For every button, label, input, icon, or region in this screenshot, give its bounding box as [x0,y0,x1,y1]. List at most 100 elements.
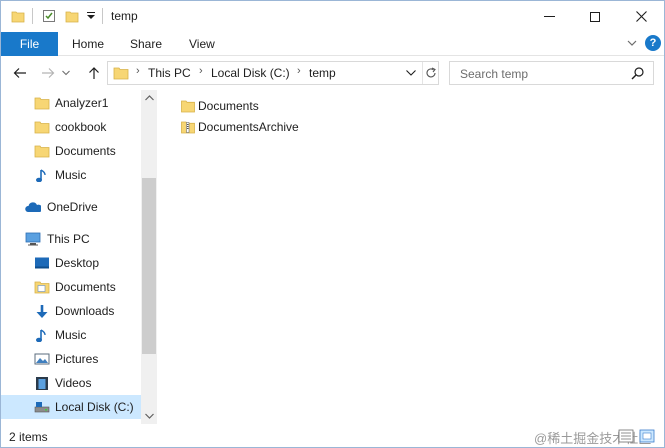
forward-button[interactable] [37,62,59,84]
nav-item-label: Pictures [55,352,99,366]
file-name: Documents [198,99,259,113]
ribbon-tabs: File Home Share View ? [1,32,664,56]
nav-item-music-quick[interactable]: Music [1,163,141,187]
nav-item-this-pc[interactable]: This PC [1,227,141,251]
navigation-scrollbar[interactable] [141,90,157,424]
chevron-down-icon [144,413,154,419]
window-title: temp [111,9,138,23]
close-icon [635,11,647,22]
nav-item-analyzer1[interactable]: Analyzer1 [1,91,141,115]
status-bar: 2 items @稀土掘金技术社区 [1,424,664,447]
up-button[interactable] [83,62,105,84]
folder-icon [34,145,50,158]
help-icon[interactable]: ? [645,35,661,51]
nav-item-label: cookbook [55,120,107,134]
item-count: 2 items [9,430,48,444]
computer-icon [25,232,41,246]
documents-icon [34,281,50,294]
nav-item-label: Music [55,168,87,182]
nav-item-label: Videos [55,376,92,390]
nav-item-label: OneDrive [47,200,98,214]
download-icon [36,305,48,318]
scroll-up-button[interactable] [141,90,157,106]
cloud-icon [25,202,41,212]
nav-item-pictures[interactable]: Pictures [1,347,141,371]
nav-item-label: Desktop [55,256,100,270]
breadcrumb-separator-icon[interactable]: › [199,65,203,77]
back-arrow-icon [13,68,26,78]
folder-icon [34,121,50,134]
nav-item-desktop[interactable]: Desktop [1,251,141,275]
up-arrow-icon [89,67,99,79]
breadcrumb-this-pc[interactable]: This PC [148,66,191,80]
folder-icon [34,97,50,110]
properties-icon[interactable] [42,9,56,23]
maximize-icon [590,11,600,22]
file-item-documentsarchive[interactable]: DocumentsArchive [179,117,319,137]
recent-locations-button[interactable] [59,62,73,84]
folder-icon[interactable] [11,9,25,23]
search-box[interactable]: Search temp [449,61,654,85]
refresh-icon [426,67,436,78]
large-icons-view-icon[interactable] [639,429,655,443]
file-name: DocumentsArchive [198,120,299,134]
folder-icon [181,100,195,113]
tab-view[interactable]: View [189,32,215,56]
nav-item-cookbook[interactable]: cookbook [1,115,141,139]
scroll-down-button[interactable] [141,408,157,424]
expand-ribbon-icon[interactable] [625,36,639,50]
search-icon[interactable] [631,67,644,80]
address-bar[interactable]: › This PC › Local Disk (C:) › temp [107,61,439,85]
search-input[interactable]: Search temp [460,67,528,81]
nav-item-label: Documents [55,280,116,294]
file-list: Documents DocumentsArchive [161,90,664,424]
chevron-down-icon [62,70,70,76]
desktop-icon [35,257,49,269]
details-view-icon[interactable] [618,429,634,443]
maximize-button[interactable] [572,1,618,32]
back-button[interactable] [9,62,31,84]
nav-item-label: Downloads [55,304,115,318]
minimize-button[interactable] [526,1,572,32]
nav-item-label: Analyzer1 [55,96,109,110]
refresh-button[interactable] [422,62,439,84]
drive-icon [34,402,50,413]
nav-item-downloads[interactable]: Downloads [1,299,141,323]
file-item-documents[interactable]: Documents [179,96,279,116]
nav-item-documents-quick[interactable]: Documents [1,139,141,163]
nav-item-label: Music [55,328,87,342]
divider [102,8,103,24]
minimize-icon [543,16,555,17]
nav-item-local-disk[interactable]: Local Disk (C:) [1,395,141,419]
folder-icon [113,67,129,80]
nav-item-label: Documents [55,144,116,158]
tab-home[interactable]: Home [72,32,104,56]
divider [32,8,33,24]
new-folder-icon[interactable] [65,9,79,23]
nav-item-onedrive[interactable]: OneDrive [1,195,141,219]
nav-item-videos[interactable]: Videos [1,371,141,395]
breadcrumb-separator-icon[interactable]: › [136,65,140,77]
close-button[interactable] [618,1,664,32]
nav-item-label: This PC [47,232,90,246]
breadcrumb-local-disk[interactable]: Local Disk (C:) [211,66,290,80]
tab-share[interactable]: Share [130,32,162,56]
breadcrumb-separator-icon[interactable]: › [297,65,301,77]
customize-toolbar-icon[interactable] [86,12,96,20]
music-icon [36,169,46,182]
tab-file[interactable]: File [1,32,58,56]
chevron-up-icon [144,95,154,101]
nav-item-documents[interactable]: Documents [1,275,141,299]
chevron-down-icon [406,70,416,76]
nav-item-label: Local Disk (C:) [55,400,134,414]
explorer-window: temp File Home Share View ? › This PC › … [0,0,665,448]
videos-icon [36,377,48,390]
forward-arrow-icon [42,68,55,78]
breadcrumb-temp[interactable]: temp [309,66,336,80]
navigation-pane: Analyzer1 cookbook Documents Music OneDr… [1,90,157,424]
address-history-button[interactable] [401,62,421,84]
address-row: › This PC › Local Disk (C:) › temp Searc… [1,56,664,90]
title-bar: temp [1,1,664,32]
nav-item-music[interactable]: Music [1,323,141,347]
scroll-thumb[interactable] [142,178,156,354]
